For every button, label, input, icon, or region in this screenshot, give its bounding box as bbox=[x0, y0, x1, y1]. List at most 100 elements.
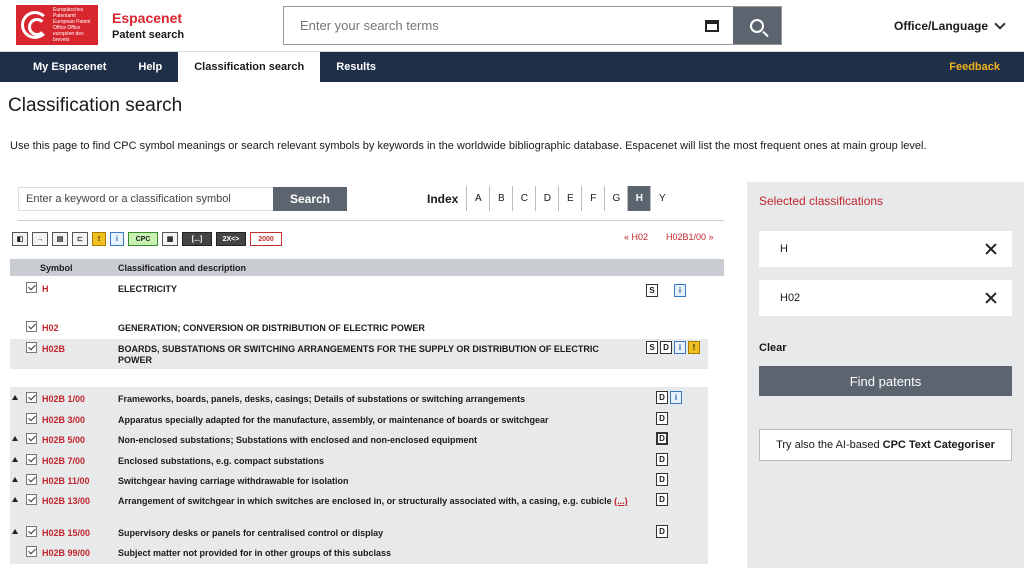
pager-next[interactable]: H02B1/00 » bbox=[666, 232, 714, 242]
collapse-arrow-icon[interactable] bbox=[12, 457, 18, 462]
scope-note-icon[interactable]: S bbox=[646, 284, 658, 297]
row-checkbox[interactable] bbox=[26, 321, 37, 332]
keyword-search: Search bbox=[18, 187, 347, 211]
row-symbol[interactable]: H bbox=[42, 284, 49, 294]
epo-logo[interactable]: Europäisches Patentamt European Patent O… bbox=[16, 5, 98, 45]
list-view-icon[interactable]: ▤ bbox=[52, 232, 68, 246]
row-checkbox[interactable] bbox=[26, 433, 37, 444]
find-patents-button[interactable]: Find patents bbox=[759, 366, 1012, 396]
row-checkbox[interactable] bbox=[26, 413, 37, 424]
arrow-right-icon[interactable]: → bbox=[32, 232, 48, 246]
clear-button[interactable]: Clear bbox=[759, 342, 787, 354]
row-description: Arrangement of switchgear in which switc… bbox=[118, 496, 630, 507]
definition-icon[interactable]: D bbox=[656, 525, 668, 538]
feedback-link[interactable]: Feedback bbox=[949, 52, 1000, 82]
ai-prefix: Try also the AI-based bbox=[776, 439, 880, 451]
definition-icon[interactable]: D bbox=[660, 341, 672, 354]
selected-classifications-panel: Selected classifications H H02 Clear Fin… bbox=[747, 182, 1024, 568]
row-checkbox[interactable] bbox=[26, 546, 37, 557]
definition-icon[interactable]: D bbox=[656, 432, 668, 445]
index-letter-f[interactable]: F bbox=[581, 186, 604, 211]
info-icon[interactable]: i bbox=[110, 232, 124, 246]
window-icon[interactable] bbox=[705, 19, 719, 32]
selected-chip: H bbox=[759, 231, 1012, 267]
close-icon[interactable] bbox=[985, 243, 997, 255]
col-description: Classification and description bbox=[118, 263, 247, 273]
row-description: Switchgear having carriage withdrawable … bbox=[118, 476, 349, 486]
scope-note-icon[interactable]: S bbox=[646, 341, 658, 354]
row-symbol[interactable]: H02B 11/00 bbox=[42, 476, 90, 486]
expand-ellipsis-button[interactable]: [...] bbox=[182, 232, 212, 246]
index-letter-a[interactable]: A bbox=[466, 186, 489, 211]
collapse-arrow-icon[interactable] bbox=[12, 477, 18, 482]
index-label: Index bbox=[427, 191, 459, 206]
index-letter-c[interactable]: C bbox=[512, 186, 535, 211]
nav-classification-search[interactable]: Classification search bbox=[178, 52, 321, 82]
row-symbol[interactable]: H02B 13/00 bbox=[42, 496, 90, 506]
row-symbol[interactable]: H02B 15/00 bbox=[42, 528, 90, 538]
close-icon[interactable] bbox=[985, 292, 997, 304]
row-description: GENERATION; CONVERSION OR DISTRIBUTION O… bbox=[118, 323, 425, 333]
index-letter-b[interactable]: B bbox=[489, 186, 512, 211]
ai-categoriser-button[interactable]: Try also the AI-based CPC Text Categoris… bbox=[759, 429, 1012, 461]
office-language-menu[interactable]: Office/Language bbox=[894, 18, 1006, 33]
info-icon[interactable]: i bbox=[670, 391, 682, 404]
row-symbol[interactable]: H02B 7/00 bbox=[42, 456, 85, 466]
info-icon[interactable]: i bbox=[674, 341, 686, 354]
chip-label: H bbox=[780, 243, 788, 255]
nav-help[interactable]: Help bbox=[122, 52, 178, 82]
row-symbol[interactable]: H02B 99/00 bbox=[42, 548, 90, 558]
year-button[interactable]: 2000 bbox=[250, 232, 282, 246]
index-letter-g[interactable]: G bbox=[604, 186, 627, 211]
row-checkbox[interactable] bbox=[26, 454, 37, 465]
search-input[interactable] bbox=[284, 7, 705, 44]
row-symbol[interactable]: H02B 1/00 bbox=[42, 394, 85, 404]
search-button[interactable] bbox=[733, 7, 781, 44]
definition-icon[interactable]: D bbox=[656, 473, 668, 486]
nav-my-espacenet[interactable]: My Espacenet bbox=[0, 52, 122, 82]
row-checkbox[interactable] bbox=[26, 494, 37, 505]
cpc-toggle-button[interactable]: CPC bbox=[128, 232, 158, 246]
collapse-arrow-icon[interactable] bbox=[12, 497, 18, 502]
definition-icon[interactable]: D bbox=[656, 493, 668, 506]
warning-icon[interactable]: ! bbox=[688, 341, 700, 354]
collapse-all-icon[interactable]: ◧ bbox=[12, 232, 28, 246]
keyword-input[interactable] bbox=[18, 187, 273, 211]
epo-logo-icon bbox=[21, 11, 49, 39]
definition-icon[interactable]: D bbox=[656, 391, 668, 404]
row-symbol[interactable]: H02B 3/00 bbox=[42, 415, 85, 425]
index-letter-y[interactable]: Y bbox=[650, 186, 673, 211]
more-link[interactable]: (...) bbox=[614, 496, 628, 506]
main-nav: My Espacenet Help Classification search … bbox=[0, 52, 1024, 82]
keyword-search-button[interactable]: Search bbox=[273, 187, 347, 211]
tree-view-icon[interactable]: ⊏ bbox=[72, 232, 88, 246]
grid-icon[interactable]: ▦ bbox=[162, 232, 178, 246]
definition-icon[interactable]: D bbox=[656, 453, 668, 466]
brand-name: Espacenet bbox=[112, 10, 183, 26]
row-symbol[interactable]: H02B 5/00 bbox=[42, 435, 85, 445]
collapse-arrow-icon[interactable] bbox=[12, 395, 18, 400]
pager: « H02 H02B1/00 » bbox=[624, 232, 714, 242]
index-letter-h[interactable]: H bbox=[627, 186, 651, 211]
row-checkbox[interactable] bbox=[26, 526, 37, 537]
row-checkbox[interactable] bbox=[26, 392, 37, 403]
row-checkbox[interactable] bbox=[26, 474, 37, 485]
nav-results[interactable]: Results bbox=[320, 52, 392, 82]
zoom-button[interactable]: 2X<> bbox=[216, 232, 246, 246]
row-description-text: Arrangement of switchgear in which switc… bbox=[118, 496, 612, 506]
warning-icon[interactable]: ! bbox=[92, 232, 106, 246]
index-letter-d[interactable]: D bbox=[535, 186, 558, 211]
header: Europäisches Patentamt European Patent O… bbox=[0, 0, 1024, 52]
index-letter-e[interactable]: E bbox=[558, 186, 581, 211]
row-symbol[interactable]: H02B bbox=[42, 344, 65, 354]
pager-prev[interactable]: « H02 bbox=[624, 232, 648, 242]
row-checkbox[interactable] bbox=[26, 282, 37, 293]
row-symbol[interactable]: H02 bbox=[42, 323, 59, 333]
row-checkbox[interactable] bbox=[26, 342, 37, 353]
info-icon[interactable]: i bbox=[674, 284, 686, 297]
definition-icon[interactable]: D bbox=[656, 412, 668, 425]
row-description: Enclosed substations, e.g. compact subst… bbox=[118, 456, 325, 466]
brand[interactable]: Espacenet Patent search bbox=[112, 10, 184, 41]
collapse-arrow-icon[interactable] bbox=[12, 436, 18, 441]
collapse-arrow-icon[interactable] bbox=[12, 529, 18, 534]
